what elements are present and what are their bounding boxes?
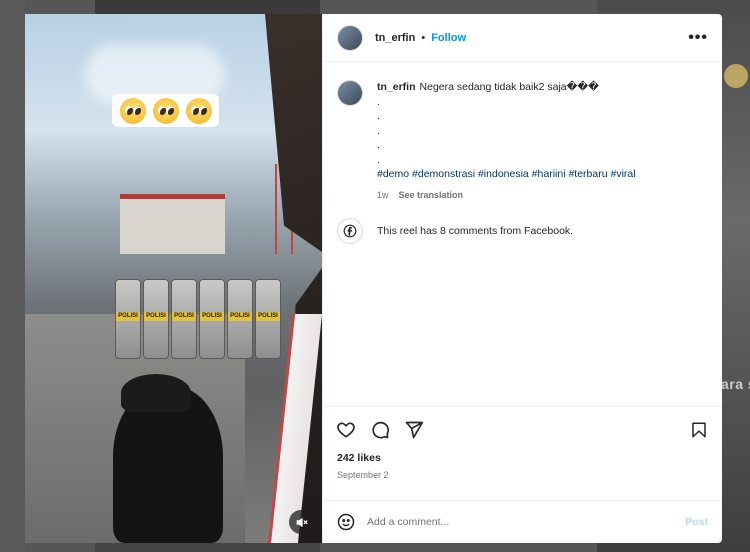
- caption-username[interactable]: tn_erfin: [377, 81, 416, 93]
- heart-icon: [337, 422, 355, 437]
- hashtags[interactable]: #demo #demonstrasi #indonesia #hariini #…: [377, 167, 636, 182]
- police-shield: POLISI: [115, 279, 141, 359]
- caption: tn_erfin Negera sedang tidak baik2 saja��…: [337, 80, 708, 202]
- caption-age: 1w: [377, 189, 389, 200]
- avatar[interactable]: [337, 80, 363, 106]
- caption-text: Negera sedang tidak baik2 saja���: [419, 81, 599, 93]
- share-button[interactable]: [403, 419, 425, 441]
- police-shield: POLISI: [199, 279, 225, 359]
- emoji-sticker: [112, 94, 219, 127]
- bookmark-icon: [692, 422, 706, 437]
- emoji-icon[interactable]: [337, 513, 355, 531]
- see-translation-button[interactable]: See translation: [399, 190, 464, 200]
- caption-meta: 1w See translation: [377, 188, 636, 203]
- caption-dot: .: [377, 95, 380, 108]
- post-date: September 2: [337, 470, 389, 480]
- send-icon: [405, 421, 424, 438]
- avatar[interactable]: [337, 24, 363, 51]
- background-strip: [0, 0, 25, 552]
- comment-input[interactable]: [367, 516, 686, 528]
- police-shield: POLISI: [255, 279, 281, 359]
- post-header: tn_erfin • Follow •••: [323, 14, 722, 62]
- comments-section: tn_erfin Negera sedang tidak baik2 saja��…: [323, 62, 722, 406]
- facebook-comments-notice: This reel has 8 comments from Facebook.: [337, 218, 708, 244]
- caption-body: tn_erfin Negera sedang tidak baik2 saja��…: [377, 80, 636, 202]
- action-bar: [323, 406, 722, 452]
- more-options-icon[interactable]: •••: [688, 29, 708, 47]
- likes-count[interactable]: 242 likes: [323, 452, 722, 464]
- pleading-face-emoji: [152, 97, 179, 124]
- background-caption-text: ara s: [721, 376, 750, 392]
- facebook-notice-text: This reel has 8 comments from Facebook.: [377, 225, 574, 237]
- spectator-cap: [121, 374, 191, 412]
- post-comment-button[interactable]: Post: [685, 516, 708, 528]
- pleading-face-emoji: [185, 97, 212, 124]
- building: [120, 194, 225, 254]
- post-modal: POLISI POLISI POLISI POLISI POLISI POLIS…: [25, 14, 722, 543]
- police-line: POLISI POLISI POLISI POLISI POLISI POLIS…: [95, 279, 295, 379]
- caption-dot: .: [377, 110, 380, 122]
- follow-button[interactable]: Follow: [431, 32, 466, 44]
- caption-dot: .: [377, 139, 380, 151]
- separator-dot: •: [421, 31, 426, 44]
- caption-dot: .: [377, 124, 380, 137]
- like-button[interactable]: [335, 419, 357, 441]
- username-link[interactable]: tn_erfin: [375, 32, 415, 44]
- reel-video[interactable]: POLISI POLISI POLISI POLISI POLISI POLIS…: [25, 14, 322, 543]
- caption-dot: .: [377, 153, 380, 166]
- mute-button[interactable]: [289, 510, 313, 534]
- add-comment-bar: Post: [323, 500, 722, 543]
- save-button[interactable]: [688, 419, 710, 441]
- background-emoji: [724, 64, 748, 88]
- pleading-face-emoji: [119, 97, 146, 124]
- muted-speaker-icon: [296, 517, 308, 527]
- post-details-panel: tn_erfin • Follow ••• tn_erfin Negera sed…: [322, 14, 722, 543]
- police-shield: POLISI: [171, 279, 197, 359]
- comment-icon: [372, 421, 390, 438]
- facebook-icon: [337, 218, 363, 244]
- police-shield: POLISI: [227, 279, 253, 359]
- police-shield: POLISI: [143, 279, 169, 359]
- comment-button[interactable]: [369, 419, 391, 441]
